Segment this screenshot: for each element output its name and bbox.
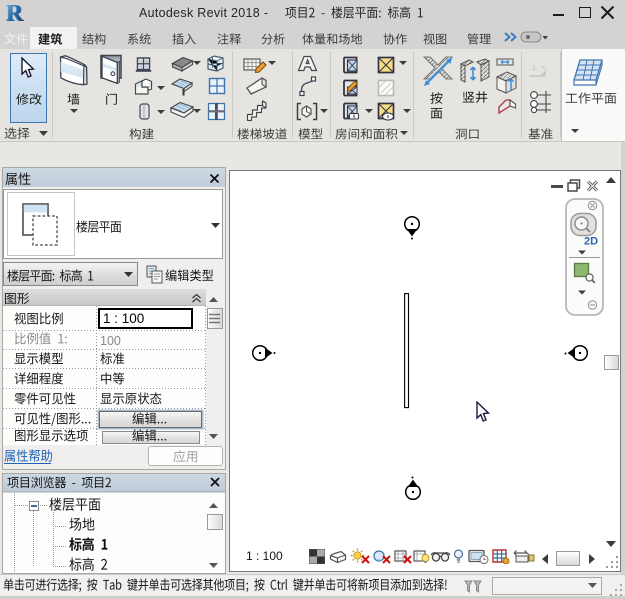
svg-text:R: R <box>6 1 24 25</box>
svg-text:.1: .1 <box>530 65 536 72</box>
svg-text:2D: 2D <box>584 236 598 248</box>
